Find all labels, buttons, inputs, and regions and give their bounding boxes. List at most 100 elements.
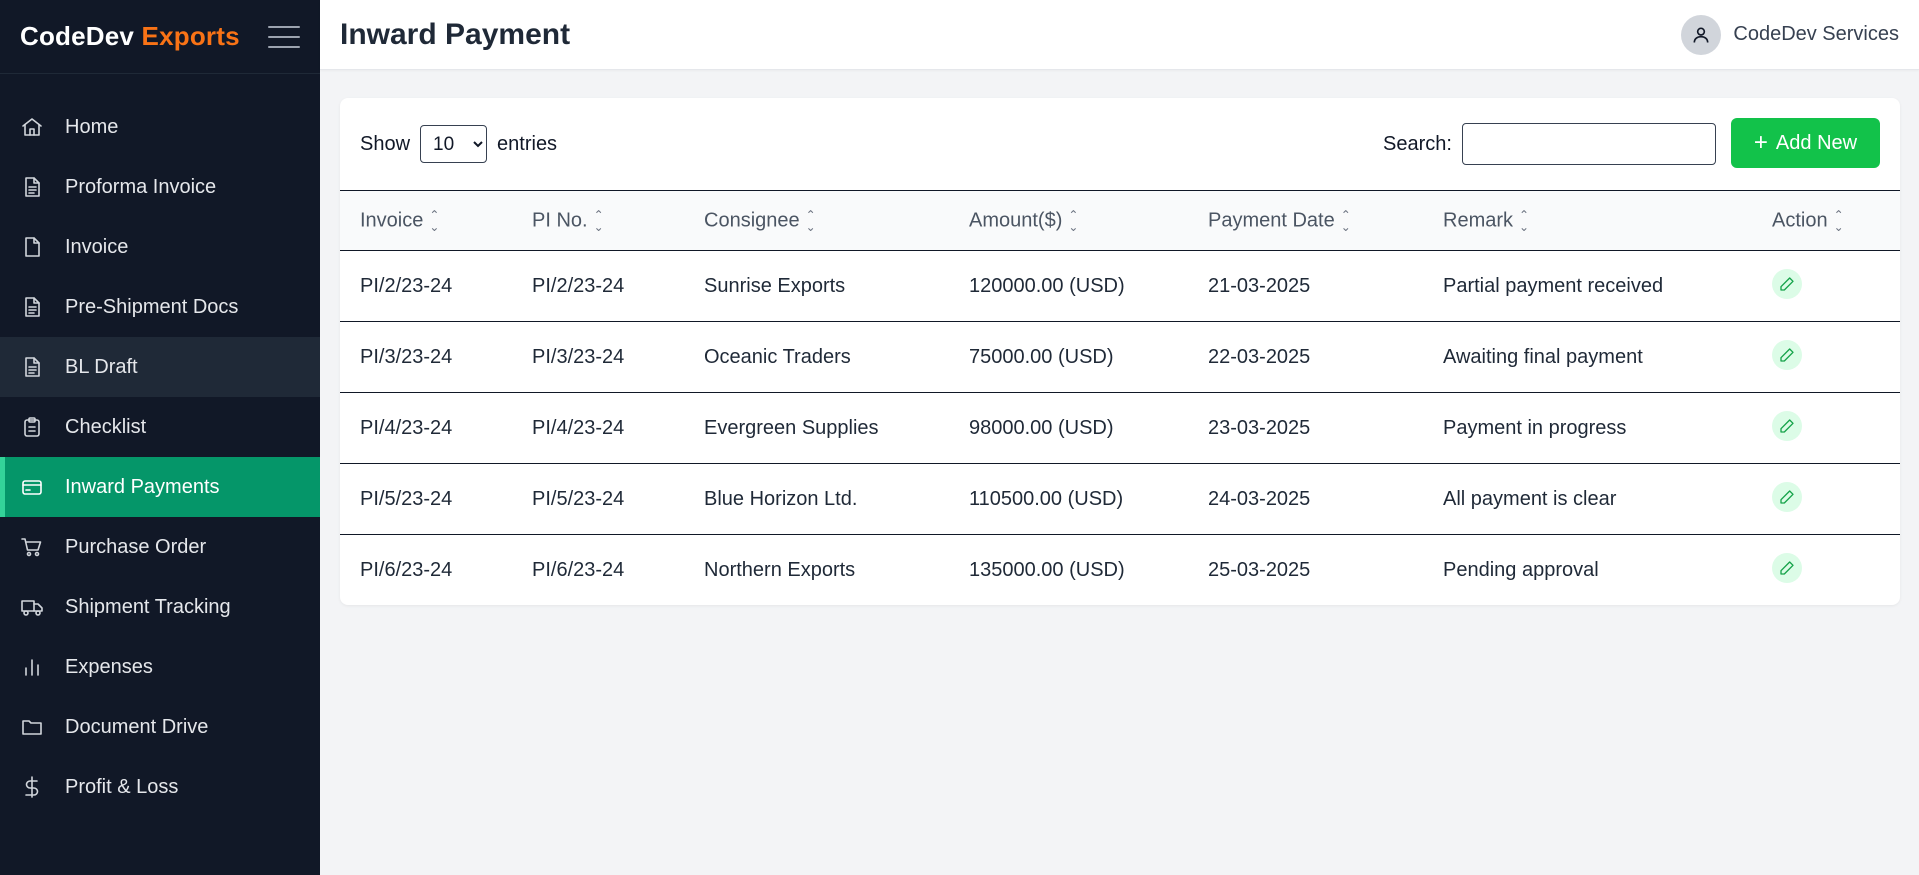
cell-action: [1752, 322, 1900, 393]
sidebar-item-profit-loss[interactable]: Profit & Loss: [0, 757, 320, 817]
sidebar-item-label: Proforma Invoice: [65, 175, 217, 198]
column-header-remark[interactable]: Remark ⌃ ⌄: [1423, 191, 1752, 251]
sort-icon: ⌃ ⌄: [1068, 207, 1079, 234]
sidebar-item-label: Profit & Loss: [65, 775, 179, 798]
user-menu[interactable]: CodeDev Services: [1681, 14, 1899, 55]
sidebar-item-label: Pre-Shipment Docs: [65, 295, 239, 318]
column-header-payment-date[interactable]: Payment Date ⌃ ⌄: [1188, 191, 1423, 251]
cell-action: [1752, 464, 1900, 535]
sidebar-item-expenses[interactable]: Expenses: [0, 637, 320, 697]
document-text-icon: [20, 175, 44, 199]
document-icon: [20, 235, 44, 259]
column-header-pi-no[interactable]: PI No. ⌃ ⌄: [512, 191, 684, 251]
brand-logo[interactable]: CodeDev Exports: [20, 21, 240, 52]
entries-label: entries: [497, 132, 558, 155]
cell-invoice: PI/2/23-24: [360, 274, 453, 297]
table-toolbar: Show 10 entries Search: + Add New: [340, 98, 1900, 190]
clipboard-icon: [20, 415, 44, 439]
cell-payment-date: 21-03-2025: [1208, 274, 1311, 297]
edit-icon[interactable]: [1772, 482, 1802, 512]
shopping-cart-icon: [20, 535, 44, 559]
sidebar-item-invoice[interactable]: Invoice: [0, 217, 320, 277]
sidebar-item-label: Document Drive: [65, 715, 209, 738]
sidebar-item-proforma-invoice[interactable]: Proforma Invoice: [0, 157, 320, 217]
cell-pi-no: PI/3/23-24: [532, 345, 625, 368]
folder-icon: [20, 715, 44, 739]
sort-icon: ⌃ ⌄: [805, 207, 816, 234]
cell-remark: Payment in progress: [1443, 416, 1627, 439]
table-row: PI/2/23-24 PI/2/23-24 Sunrise Exports 12…: [340, 251, 1900, 322]
cell-amount: 75000.00 (USD): [969, 345, 1114, 368]
cell-invoice: PI/3/23-24: [360, 345, 453, 368]
cell-consignee: Blue Horizon Ltd.: [704, 487, 858, 510]
cell-invoice: PI/5/23-24: [360, 487, 453, 510]
cell-consignee: Northern Exports: [704, 558, 856, 581]
cell-invoice: PI/6/23-24: [360, 558, 453, 581]
sidebar-item-bl-draft[interactable]: BL Draft: [0, 337, 320, 397]
sidebar-item-label: Checklist: [65, 415, 147, 438]
sidebar: CodeDev Exports Home Proforma Invoice In…: [0, 0, 320, 875]
cell-consignee: Evergreen Supplies: [704, 416, 879, 439]
menu-toggle-icon[interactable]: [268, 25, 300, 48]
cell-consignee: Oceanic Traders: [704, 345, 851, 368]
cell-pi-no: PI/4/23-24: [532, 416, 625, 439]
sidebar-item-document-drive[interactable]: Document Drive: [0, 697, 320, 757]
cell-remark: Pending approval: [1443, 558, 1599, 581]
sidebar-item-inward-payments[interactable]: Inward Payments: [0, 457, 320, 517]
add-new-button[interactable]: + Add New: [1731, 118, 1880, 168]
sidebar-item-label: Expenses: [65, 655, 153, 678]
show-label: Show: [360, 132, 411, 155]
column-header-invoice[interactable]: Invoice ⌃ ⌄: [340, 191, 512, 251]
sidebar-nav: Home Proforma Invoice Invoice Pre-Shipme…: [0, 74, 320, 817]
cell-payment-date: 22-03-2025: [1208, 345, 1311, 368]
cell-remark: Partial payment received: [1443, 274, 1664, 297]
document-text-icon: [20, 295, 44, 319]
edit-icon[interactable]: [1772, 269, 1802, 299]
sidebar-item-label: Home: [65, 115, 119, 138]
cell-action: [1752, 535, 1900, 606]
entries-control: Show 10 entries: [360, 125, 557, 163]
cell-consignee: Sunrise Exports: [704, 274, 846, 297]
user-name: CodeDev Services: [1733, 23, 1899, 45]
dollar-icon: [20, 775, 44, 799]
brand-bar: CodeDev Exports: [0, 0, 320, 74]
table-row: PI/3/23-24 PI/3/23-24 Oceanic Traders 75…: [340, 322, 1900, 393]
cell-action: [1752, 393, 1900, 464]
entries-select[interactable]: 10: [420, 125, 488, 163]
credit-card-icon: [20, 475, 44, 499]
search-label: Search:: [1383, 132, 1452, 155]
cell-pi-no: PI/6/23-24: [532, 558, 625, 581]
edit-icon[interactable]: [1772, 411, 1802, 441]
table-row: PI/6/23-24 PI/6/23-24 Northern Exports 1…: [340, 535, 1900, 606]
sidebar-item-purchase-order[interactable]: Purchase Order: [0, 517, 320, 577]
cell-amount: 98000.00 (USD): [969, 416, 1114, 439]
cell-payment-date: 25-03-2025: [1208, 558, 1311, 581]
sidebar-item-shipment-tracking[interactable]: Shipment Tracking: [0, 577, 320, 637]
sort-icon: ⌃ ⌄: [593, 207, 604, 234]
table-row: PI/5/23-24 PI/5/23-24 Blue Horizon Ltd. …: [340, 464, 1900, 535]
cell-amount: 110500.00 (USD): [969, 487, 1124, 510]
table-header-row: Invoice ⌃ ⌄ PI No. ⌃ ⌄ Consignee ⌃ ⌄ Amount($)…: [340, 190, 1900, 251]
cell-payment-date: 24-03-2025: [1208, 487, 1311, 510]
sidebar-item-pre-shipment-docs[interactable]: Pre-Shipment Docs: [0, 277, 320, 337]
sidebar-item-label: Invoice: [65, 235, 129, 258]
cell-invoice: PI/4/23-24: [360, 416, 453, 439]
user-avatar-icon: [1681, 14, 1722, 55]
edit-icon[interactable]: [1772, 340, 1802, 370]
column-header-action[interactable]: Action ⌃ ⌄: [1752, 191, 1900, 251]
edit-icon[interactable]: [1772, 553, 1802, 584]
column-header-consignee[interactable]: Consignee ⌃ ⌄: [684, 191, 949, 251]
sort-icon: ⌃ ⌄: [1340, 207, 1351, 234]
bar-chart-icon: [20, 655, 44, 679]
home-icon: [20, 115, 44, 139]
sidebar-item-checklist[interactable]: Checklist: [0, 397, 320, 457]
sidebar-item-label: Shipment Tracking: [65, 595, 231, 618]
sidebar-item-label: Inward Payments: [65, 475, 220, 498]
search-input[interactable]: [1461, 123, 1716, 165]
sidebar-item-home[interactable]: Home: [0, 97, 320, 157]
sort-icon: ⌃ ⌄: [429, 207, 440, 234]
cell-payment-date: 23-03-2025: [1208, 416, 1311, 439]
column-header-amount[interactable]: Amount($) ⌃ ⌄: [949, 191, 1188, 251]
brand-name: CodeDev: [20, 21, 135, 51]
cell-amount: 120000.00 (USD): [969, 274, 1125, 297]
